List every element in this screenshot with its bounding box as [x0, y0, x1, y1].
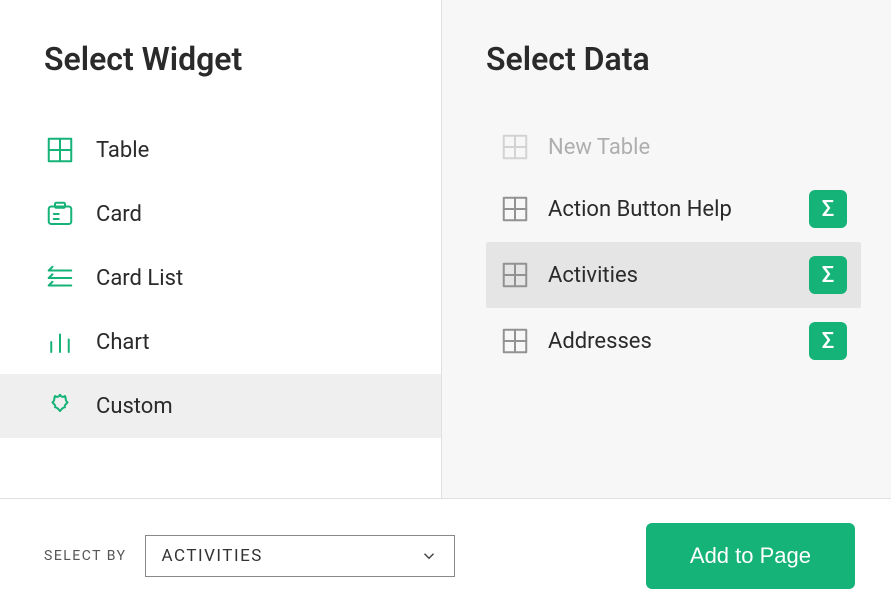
widget-list: Table Card Card List Chart Custom: [0, 118, 441, 438]
data-item-activities[interactable]: Activities Σ: [486, 242, 861, 308]
widget-item-label: Chart: [96, 330, 150, 355]
select-widget-panel: Select Widget Table Card Card List Chart Cus…: [0, 0, 442, 498]
chevron-down-icon: [420, 547, 438, 565]
widget-item-label: Card: [96, 202, 142, 227]
widget-item-label: Table: [96, 138, 149, 163]
widget-item-custom[interactable]: Custom: [0, 374, 441, 438]
select-by-value: ACTIVITIES: [162, 546, 263, 566]
footer: SELECT BY ACTIVITIES Add to Page: [0, 498, 891, 607]
add-to-page-button[interactable]: Add to Page: [646, 523, 855, 589]
widget-item-chart[interactable]: Chart: [0, 310, 441, 374]
cardlist-icon: [44, 262, 76, 294]
select-by-dropdown[interactable]: ACTIVITIES: [145, 535, 455, 577]
select-widget-title: Select Widget: [0, 40, 441, 118]
widget-item-label: Card List: [96, 266, 183, 291]
select-data-panel: Select Data New Table Action Button Help Σ…: [442, 0, 891, 498]
sigma-icon[interactable]: Σ: [809, 190, 847, 228]
widget-item-table[interactable]: Table: [0, 118, 441, 182]
sigma-icon[interactable]: Σ: [809, 322, 847, 360]
select-data-title: Select Data: [442, 40, 891, 118]
select-by-label: SELECT BY: [44, 548, 127, 564]
custom-icon: [44, 390, 76, 422]
sigma-icon[interactable]: Σ: [809, 256, 847, 294]
data-item-new-table: New Table: [486, 118, 861, 176]
table-icon: [500, 326, 530, 356]
card-icon: [44, 198, 76, 230]
data-item-label: Addresses: [548, 329, 791, 354]
table-icon: [500, 132, 530, 162]
table-icon: [500, 260, 530, 290]
chart-icon: [44, 326, 76, 358]
data-list: New TableAction Button HelpΣActivitiesΣA…: [442, 118, 891, 374]
data-item-label: Action Button Help: [548, 197, 791, 222]
data-item-addresses[interactable]: Addresses Σ: [486, 308, 861, 374]
data-item-label: Activities: [548, 263, 791, 288]
table-icon: [500, 194, 530, 224]
data-item-action-button-help[interactable]: Action Button Help Σ: [486, 176, 861, 242]
data-item-label: New Table: [548, 135, 847, 160]
widget-item-card-list[interactable]: Card List: [0, 246, 441, 310]
widget-item-label: Custom: [96, 394, 173, 419]
widget-item-card[interactable]: Card: [0, 182, 441, 246]
table-icon: [44, 134, 76, 166]
